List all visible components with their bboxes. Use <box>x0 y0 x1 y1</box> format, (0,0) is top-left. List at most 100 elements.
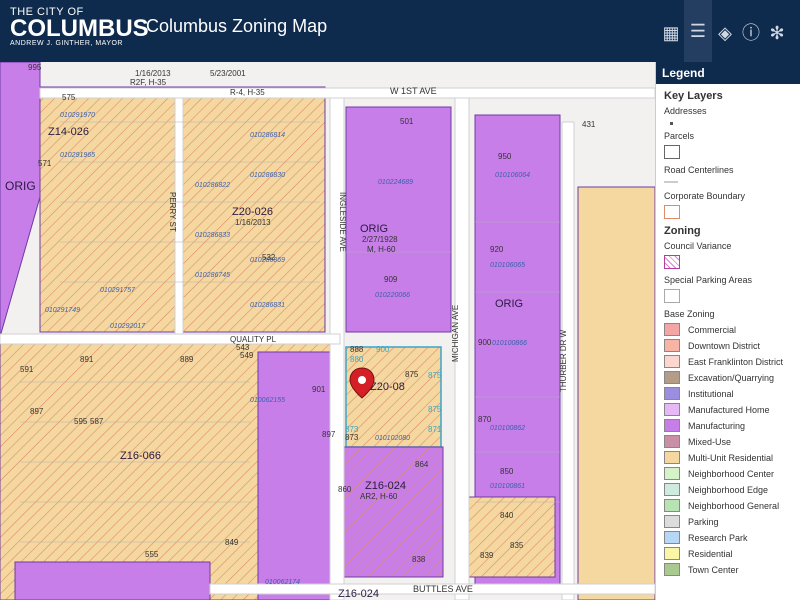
zone-color-swatch-icon <box>664 403 680 416</box>
zone-color-swatch-icon <box>664 531 680 544</box>
parcel-id: 010291965 <box>60 152 95 159</box>
share-icon[interactable]: ✻ <box>766 22 788 44</box>
variance-swatch-icon <box>664 255 680 269</box>
legend-item-label: Special Parking Areas <box>664 275 753 285</box>
legend-item-label: Commercial <box>688 324 737 335</box>
ward-label: 873 <box>345 425 359 434</box>
legend-item-base-zoning: Neighborhood Center <box>664 467 800 480</box>
zone-text: 5/23/2001 <box>210 69 246 78</box>
legend-item-label: Town Center <box>688 564 739 575</box>
logo-line3: ANDREW J. GINTHER, MAYOR <box>10 40 123 47</box>
legend-item-base-zoning: Manufacturing <box>664 419 800 432</box>
address-label: 591 <box>20 365 34 374</box>
address-label: 897 <box>322 430 336 439</box>
ward-label: 900 <box>376 345 390 354</box>
legend-item-label: Multi-Unit Residential <box>688 452 774 463</box>
zone-text: 1/16/2013 <box>235 218 271 227</box>
parcel-id: 010224689 <box>378 179 413 186</box>
parcel-id: 010102080 <box>375 435 410 442</box>
base-zoning-list: Commercial Downtown District East Franklin… <box>656 323 800 576</box>
address-label: 575 <box>62 93 76 102</box>
legend-item-label: Neighborhood Center <box>688 468 775 479</box>
address-label: 901 <box>312 385 326 394</box>
parcel-id: 010286745 <box>195 272 230 279</box>
legend-item-base-zoning: Neighborhood Edge <box>664 483 800 496</box>
address-label: 850 <box>500 467 514 476</box>
zone-text: M, H-60 <box>367 245 396 254</box>
zone-label: ORIG <box>495 298 523 310</box>
parcel-id: 010291749 <box>45 307 80 314</box>
legend-item-label: Addresses <box>664 106 707 116</box>
parcel-id: 010100861 <box>490 483 525 490</box>
info-icon[interactable]: ⓘ <box>740 22 762 44</box>
zone-color-swatch-icon <box>664 499 680 512</box>
street-ingleside <box>329 97 345 600</box>
address-label: 838 <box>412 555 426 564</box>
zone-color-swatch-icon <box>664 435 680 448</box>
address-label: 595 <box>74 417 88 426</box>
legend-item-label: Institutional <box>688 388 734 399</box>
legend-item-label: Parking <box>688 516 719 527</box>
address-label: 995 <box>28 63 42 72</box>
legend-item-label: Council Variance <box>664 241 732 251</box>
legend-list-icon[interactable]: ☰ <box>684 0 712 62</box>
legend-panel: Legend Key Layers Addresses Parcels Road… <box>655 62 800 600</box>
address-label: 849 <box>225 538 239 547</box>
street-label-thurber: THURBER DR W <box>559 329 568 392</box>
zone-label: ORIG <box>360 223 388 235</box>
zone-label: Z20-08 <box>370 381 405 393</box>
basemap-grid-icon[interactable]: ▦ <box>660 22 682 44</box>
zone-label: Z16-024 <box>338 588 379 600</box>
zone-text: 1/16/2013 <box>135 69 171 78</box>
parcel-id: 010292017 <box>110 323 146 330</box>
legend-item-label: Parcels <box>664 131 695 141</box>
address-label: 873 <box>345 433 359 442</box>
city-logo[interactable]: THE CITY OF COLUMBUS ANDREW J. GINTHER, … <box>10 6 149 54</box>
parcel-id: 010286822 <box>195 182 230 189</box>
zone-color-swatch-icon <box>664 355 680 368</box>
address-label: 920 <box>490 245 504 254</box>
zone-color-swatch-icon <box>664 467 680 480</box>
zoning-heading: Zoning <box>664 225 701 237</box>
address-label: 840 <box>500 511 514 520</box>
legend-item-base-zoning: Research Park <box>664 531 800 544</box>
ward-label: 880 <box>350 355 364 364</box>
street-label-buttles: BUTTLES AVE <box>413 584 473 594</box>
parking-swatch-icon <box>664 289 680 303</box>
parcel-id: 010100866 <box>492 340 527 347</box>
zoning-map[interactable]: W 1ST AVE PERRY ST INGLESIDE AVE QUALITY… <box>0 62 655 600</box>
app-header: THE CITY OF COLUMBUS ANDREW J. GINTHER, … <box>0 0 800 62</box>
base-zoning-heading: Base Zoning <box>664 309 715 319</box>
legend-item-special-parking: Special Parking Areas <box>664 275 800 303</box>
address-label: 900 <box>478 338 492 347</box>
legend-item-base-zoning: Parking <box>664 515 800 528</box>
map-canvas[interactable]: W 1ST AVE PERRY ST INGLESIDE AVE QUALITY… <box>0 62 655 600</box>
address-label: 875 <box>405 370 419 379</box>
ward-label: 875 <box>428 405 442 414</box>
parcel-id: 010291757 <box>100 287 136 294</box>
legend-item-label: Manufacturing <box>688 420 746 431</box>
street-label-perry: PERRY ST <box>168 192 177 232</box>
legend-item-label: Downtown District <box>688 340 761 351</box>
parcel-swatch-icon <box>664 145 680 159</box>
parcel-id: 010291970 <box>60 112 95 119</box>
street-w1st <box>39 87 655 99</box>
zone-color-swatch-icon <box>664 323 680 336</box>
address-label: 888 <box>350 345 364 354</box>
zone-color-swatch-icon <box>664 387 680 400</box>
zone-label: Z16-066 <box>120 450 161 462</box>
key-layers-heading: Key Layers <box>664 90 723 102</box>
legend-item-base-zoning: Neighborhood General <box>664 499 800 512</box>
address-label: 889 <box>180 355 194 364</box>
parcel-id: 010062174 <box>265 579 300 586</box>
parcel-id: 010106065 <box>490 262 525 269</box>
address-label: 864 <box>415 460 429 469</box>
zone-color-swatch-icon <box>664 371 680 384</box>
legend-item-base-zoning: Downtown District <box>664 339 800 352</box>
address-label: 501 <box>400 117 414 126</box>
legend-item-corporate-boundary: Corporate Boundary <box>664 191 800 219</box>
layers-icon[interactable]: ◈ <box>714 22 736 44</box>
address-label: 860 <box>338 485 352 494</box>
parcel-id: 010100862 <box>490 425 525 432</box>
legend-item-base-zoning: Excavation/Quarrying <box>664 371 800 384</box>
